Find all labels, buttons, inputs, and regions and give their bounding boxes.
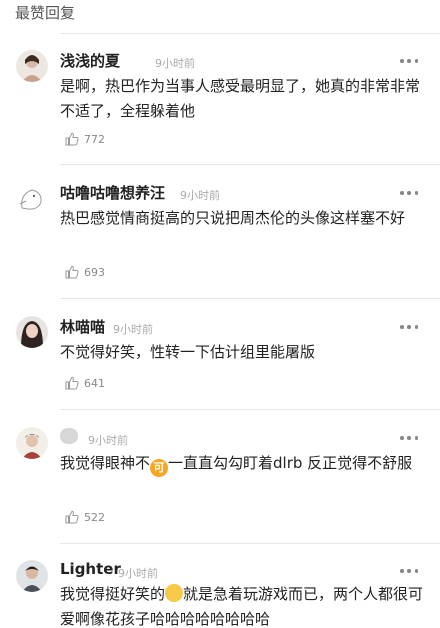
comment-text-part: 一直直勾勾盯着dlrb 反正觉得不舒服 xyxy=(168,454,413,472)
timestamp: 9小时前 xyxy=(113,323,153,336)
avatar-image xyxy=(16,560,48,592)
like-count: 693 xyxy=(84,265,105,279)
username[interactable]: 林喵喵 xyxy=(60,316,105,337)
timestamp: 9小时前 xyxy=(118,567,158,580)
comment-text: 热巴感觉情商挺高的只说把周杰伦的头像这样塞不好 xyxy=(60,209,406,227)
thumbs-up-icon xyxy=(65,376,79,390)
divider xyxy=(60,33,440,34)
divider xyxy=(60,409,440,410)
avatar-image xyxy=(16,182,48,214)
more-dots-icon xyxy=(400,436,404,440)
crying-face-icon xyxy=(165,584,184,602)
timestamp: 9小时前 xyxy=(180,189,220,202)
like-count: 522 xyxy=(84,510,105,524)
more-options-button[interactable] xyxy=(400,324,418,330)
like-button[interactable]: 522 xyxy=(64,509,105,525)
avatar-image xyxy=(16,427,48,459)
comment-text: 我觉得眼神不可一直直勾勾盯着dlrb 反正觉得不舒服 xyxy=(60,451,426,477)
more-dots-icon xyxy=(400,59,404,63)
avatar-image xyxy=(16,316,48,348)
username[interactable]: 咕噜咕噜想养汪 xyxy=(60,182,165,203)
like-count: 641 xyxy=(84,376,105,390)
avatar[interactable] xyxy=(16,182,48,214)
timestamp: 9小时前 xyxy=(155,57,195,70)
more-dots-icon xyxy=(400,325,404,329)
section-title: 最赞回复 xyxy=(15,4,76,22)
avatar-image xyxy=(16,50,48,82)
more-options-button[interactable] xyxy=(400,435,418,441)
mouse-face-icon xyxy=(60,428,78,444)
avatar[interactable] xyxy=(16,427,48,459)
more-dots-icon xyxy=(400,191,404,195)
comment-text: 不觉得好笑，性转一下估计组里能屠版 xyxy=(60,343,316,361)
avatar[interactable] xyxy=(16,50,48,82)
username[interactable]: Lighter xyxy=(60,560,121,578)
divider xyxy=(60,164,440,165)
more-options-button[interactable] xyxy=(400,568,418,574)
avatar[interactable] xyxy=(16,560,48,592)
like-count: 772 xyxy=(84,132,105,146)
ke-emoji-icon: 可 xyxy=(150,459,169,477)
avatar[interactable] xyxy=(16,316,48,348)
more-dots-icon xyxy=(400,569,404,573)
comment-text-part: 我觉得挺好笑的 xyxy=(60,585,166,603)
like-button[interactable]: 693 xyxy=(64,264,105,280)
more-options-button[interactable] xyxy=(400,190,418,196)
like-button[interactable]: 641 xyxy=(64,375,105,391)
timestamp: 9小时前 xyxy=(88,434,128,447)
thumbs-up-icon xyxy=(65,510,79,524)
like-button[interactable]: 772 xyxy=(64,131,105,147)
username-emoji[interactable] xyxy=(60,427,78,445)
thumbs-up-icon xyxy=(65,132,79,146)
comment-text: 我觉得挺好笑的 就是急着玩游戏而已，两个人都很可爱啊像花孩子哈哈哈哈哈哈哈哈 xyxy=(60,582,426,628)
thumbs-up-icon xyxy=(65,265,79,279)
comment-text: 是啊，热巴作为当事人感受最明显了，她真的非常非常不适了，全程躲着他 xyxy=(60,77,421,120)
divider xyxy=(60,543,440,544)
divider xyxy=(60,298,440,299)
more-options-button[interactable] xyxy=(400,58,418,64)
comment-text-part: 我觉得眼神不 xyxy=(60,454,151,472)
username[interactable]: 浅浅的夏 xyxy=(60,50,120,71)
